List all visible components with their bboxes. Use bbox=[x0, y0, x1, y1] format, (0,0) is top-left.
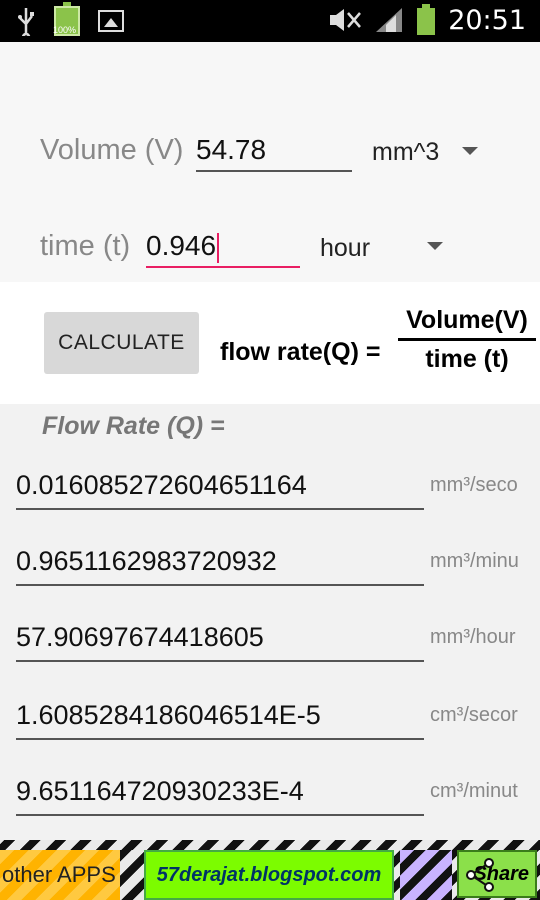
clock: 20:51 bbox=[448, 4, 526, 36]
result-unit: mm³/hour bbox=[430, 626, 516, 648]
volume-unit-chevron-icon bbox=[462, 147, 478, 155]
battery-percent-label: 100% bbox=[53, 25, 77, 35]
result-value-field[interactable]: 9.651164720930233E-4 bbox=[16, 768, 424, 816]
result-value-field[interactable]: 57.90697674418605 bbox=[16, 614, 424, 662]
formula-denominator: time (t) bbox=[425, 345, 509, 373]
volume-input[interactable]: 54.78 bbox=[196, 130, 352, 172]
decorative-stripes bbox=[400, 850, 452, 900]
battery-full-icon: 100% bbox=[53, 2, 80, 36]
volume-label: Volume (V) bbox=[40, 134, 184, 166]
result-row: 1.6085284186046514E-5 cm³/secor bbox=[16, 692, 540, 762]
time-unit-chevron-icon bbox=[427, 242, 443, 250]
time-label: time (t) bbox=[40, 230, 131, 262]
input-panel: Volume (V) 54.78 mm^3 time (t) 0.946 hou… bbox=[0, 42, 540, 282]
calculate-button[interactable]: CALCULATE bbox=[44, 312, 199, 374]
calculate-section: CALCULATE flow rate(Q) = Volume(V) time … bbox=[0, 282, 540, 404]
result-row: 9.651164720930233E-4 cm³/minut bbox=[16, 768, 540, 838]
share-button[interactable]: Share bbox=[457, 850, 537, 898]
results-title: Flow Rate (Q) = bbox=[42, 412, 225, 440]
result-unit: mm³/minu bbox=[430, 550, 519, 572]
formula-lhs: flow rate(Q) = bbox=[220, 338, 381, 366]
time-input[interactable]: 0.946 bbox=[146, 226, 300, 268]
result-unit: cm³/minut bbox=[430, 780, 518, 802]
volume-unit-value: mm^3 bbox=[372, 138, 440, 166]
battery-icon bbox=[417, 4, 436, 35]
formula-fraction: Volume(V) time (t) bbox=[398, 306, 536, 374]
volume-input-value: 54.78 bbox=[196, 134, 267, 165]
formula-numerator: Volume(V) bbox=[398, 306, 536, 341]
signal-icon bbox=[376, 8, 403, 32]
volume-unit-dropdown[interactable]: mm^3 bbox=[372, 138, 484, 174]
time-unit-value: hour bbox=[320, 234, 371, 262]
result-unit: cm³/secor bbox=[430, 704, 518, 726]
time-unit-dropdown[interactable]: hour bbox=[320, 234, 446, 270]
result-row: 0.016085272604651164 mm³/seco bbox=[16, 462, 540, 532]
footer-bar: other APPS 57derajat.blogspot.com Share bbox=[0, 840, 540, 900]
usb-icon bbox=[18, 8, 34, 36]
result-row: 0.9651162983720932 mm³/minu bbox=[16, 538, 540, 608]
result-unit: mm³/seco bbox=[430, 474, 518, 496]
text-cursor bbox=[217, 232, 220, 263]
result-value-field[interactable]: 1.6085284186046514E-5 bbox=[16, 692, 424, 740]
results-panel: Flow Rate (Q) = 0.016085272604651164 mm³… bbox=[0, 404, 540, 840]
status-bar: 100% 20:51 bbox=[0, 0, 540, 42]
result-value-field[interactable]: 0.016085272604651164 bbox=[16, 462, 424, 510]
time-input-value: 0.946 bbox=[146, 230, 217, 261]
share-icon bbox=[466, 858, 494, 892]
other-apps-button[interactable]: other APPS bbox=[0, 850, 120, 900]
blog-link[interactable]: 57derajat.blogspot.com bbox=[144, 850, 394, 900]
result-row: 57.90697674418605 mm³/hour bbox=[16, 614, 540, 684]
image-icon bbox=[98, 10, 124, 32]
silent-mode-icon bbox=[330, 9, 362, 31]
result-value-field[interactable]: 0.9651162983720932 bbox=[16, 538, 424, 586]
